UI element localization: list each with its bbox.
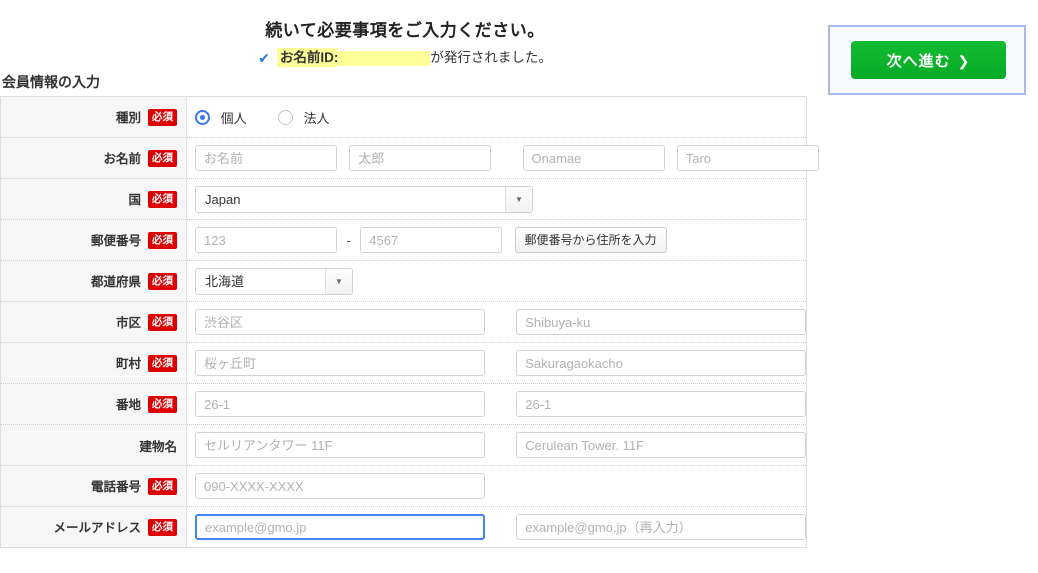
row-label-name: お名前 必須 bbox=[0, 137, 187, 179]
zip-code-second-input[interactable] bbox=[360, 227, 503, 253]
email-input[interactable] bbox=[195, 514, 485, 540]
table-row: メールアドレス 必須 bbox=[0, 506, 807, 548]
table-row: 市区 必須 bbox=[0, 301, 807, 343]
email-confirm-input[interactable] bbox=[516, 514, 807, 540]
required-badge: 必須 bbox=[148, 149, 177, 168]
table-row: 種別 必須 個人 法人 bbox=[0, 96, 807, 138]
table-row: お名前 必須 bbox=[0, 137, 819, 179]
table-row: 電話番号 必須 bbox=[0, 465, 807, 507]
chevron-down-icon: ▼ bbox=[325, 268, 352, 294]
required-badge: 必須 bbox=[148, 354, 177, 373]
required-badge: 必須 bbox=[148, 190, 177, 209]
row-label-tel: 電話番号 必須 bbox=[0, 465, 187, 507]
radio-label-corporate: 法人 bbox=[303, 110, 330, 126]
zip-separator: - bbox=[346, 232, 351, 248]
label-text: 都道府県 bbox=[90, 274, 141, 289]
label-text: 電話番号 bbox=[90, 479, 141, 494]
telephone-input[interactable] bbox=[195, 473, 485, 499]
row-label-city: 市区 必須 bbox=[0, 301, 187, 343]
row-field-town bbox=[186, 342, 807, 384]
next-step-button[interactable]: 次へ進む ❯ bbox=[851, 41, 1006, 79]
row-label-zip: 郵便番号 必須 bbox=[0, 219, 187, 261]
page-headline: 続いて必要事項をご入力ください。 bbox=[265, 21, 545, 40]
next-button-focus-ring: 次へ進む ❯ bbox=[828, 25, 1026, 95]
row-label-prefecture: 都道府県 必須 bbox=[0, 260, 187, 302]
label-text: メールアドレス bbox=[53, 520, 141, 535]
table-row: 都道府県 必須 北海道 ▼ bbox=[0, 260, 807, 302]
page-header: 続いて必要事項をご入力ください。 ✔ お名前ID: が発行されました。 会員情報の入… bbox=[0, 0, 810, 96]
row-label-block: 番地 必須 bbox=[0, 383, 187, 425]
label-text: 市区 bbox=[115, 315, 141, 330]
required-badge: 必須 bbox=[148, 231, 177, 250]
row-label-town: 町村 必須 bbox=[0, 342, 187, 384]
row-label-country: 国必須 bbox=[0, 178, 187, 220]
label-text: 番地 bbox=[115, 397, 141, 412]
member-info-form: 種別 必須 個人 法人 お名前 必須 お名前 太郎 Onamae Taro 国 … bbox=[0, 96, 819, 548]
country-select[interactable]: Japan ▼ bbox=[195, 185, 533, 213]
label-text: 郵便番号 bbox=[90, 233, 141, 248]
row-field-city bbox=[186, 301, 807, 343]
row-field-block bbox=[186, 383, 807, 425]
row-label-type: 種別 必須 bbox=[0, 96, 187, 138]
radio-option-corporate[interactable]: 法人 bbox=[277, 108, 330, 127]
table-row: 番地 必須 bbox=[0, 383, 807, 425]
id-issued-notice: ✔ お名前ID: が発行されました。 bbox=[0, 46, 810, 67]
required-badge: 必須 bbox=[148, 313, 177, 332]
required-badge: 必須 bbox=[148, 477, 177, 496]
radio-unselected-icon bbox=[277, 109, 293, 125]
block-en-input[interactable] bbox=[516, 391, 807, 417]
row-field-name bbox=[186, 137, 819, 179]
town-ja-input[interactable] bbox=[195, 350, 485, 376]
row-field-email bbox=[186, 506, 807, 548]
block-ja-input[interactable] bbox=[195, 391, 485, 417]
radio-selected-icon bbox=[195, 109, 210, 125]
table-row: 国必須 Japan ▼ bbox=[0, 178, 807, 220]
chevron-right-icon: ❯ bbox=[957, 52, 971, 69]
next-step-label: 次へ進む bbox=[886, 52, 951, 70]
required-badge: 必須 bbox=[148, 395, 177, 414]
onamae-id-label: お名前ID: bbox=[276, 48, 339, 67]
row-field-zip: - 郵便番号から住所を入力 bbox=[186, 219, 807, 261]
building-ja-input[interactable] bbox=[195, 432, 485, 458]
required-badge: 必須 bbox=[148, 108, 177, 127]
label-text: 国 bbox=[128, 192, 141, 207]
prefecture-select-value: 北海道 bbox=[205, 273, 245, 289]
city-en-input[interactable] bbox=[516, 309, 807, 335]
radio-option-individual[interactable]: 個人 bbox=[195, 108, 247, 127]
page-title: 会員情報の入力 bbox=[2, 74, 100, 90]
table-row: 建物名 bbox=[0, 424, 807, 466]
required-badge: 必須 bbox=[148, 518, 177, 537]
table-row: 郵便番号必須 - 郵便番号から住所を入力 bbox=[0, 219, 807, 261]
label-text: 町村 bbox=[115, 356, 141, 371]
first-name-ja-input[interactable] bbox=[349, 145, 492, 171]
first-name-en-input[interactable] bbox=[676, 145, 819, 171]
row-field-country: Japan ▼ bbox=[186, 178, 807, 220]
required-badge: 必須 bbox=[148, 272, 177, 291]
onamae-id-value-redacted bbox=[338, 50, 431, 66]
check-icon: ✔ bbox=[258, 50, 270, 66]
zip-lookup-button[interactable]: 郵便番号から住所を入力 bbox=[514, 227, 667, 253]
country-select-value: Japan bbox=[205, 191, 241, 207]
id-issued-suffix: が発行されました。 bbox=[430, 50, 552, 65]
radio-label-individual: 個人 bbox=[220, 110, 247, 126]
city-ja-input[interactable] bbox=[195, 309, 485, 335]
label-text: 種別 bbox=[115, 110, 141, 125]
row-label-building: 建物名 bbox=[0, 424, 187, 466]
last-name-ja-input[interactable] bbox=[195, 145, 337, 171]
row-field-type: 個人 法人 bbox=[186, 96, 807, 138]
label-text: お名前 bbox=[103, 151, 141, 166]
last-name-en-input[interactable] bbox=[522, 145, 665, 171]
prefecture-select[interactable]: 北海道 ▼ bbox=[195, 267, 353, 295]
town-en-input[interactable] bbox=[516, 350, 807, 376]
row-field-building bbox=[186, 424, 807, 466]
row-field-prefecture: 北海道 ▼ bbox=[186, 260, 807, 302]
zip-code-first-input[interactable] bbox=[195, 227, 337, 253]
label-text: 建物名 bbox=[139, 439, 177, 454]
building-en-input[interactable] bbox=[516, 432, 807, 458]
chevron-down-icon: ▼ bbox=[505, 186, 532, 212]
table-row: 町村 必須 bbox=[0, 342, 807, 384]
row-label-email: メールアドレス 必須 bbox=[0, 506, 187, 548]
row-field-tel bbox=[186, 465, 807, 507]
